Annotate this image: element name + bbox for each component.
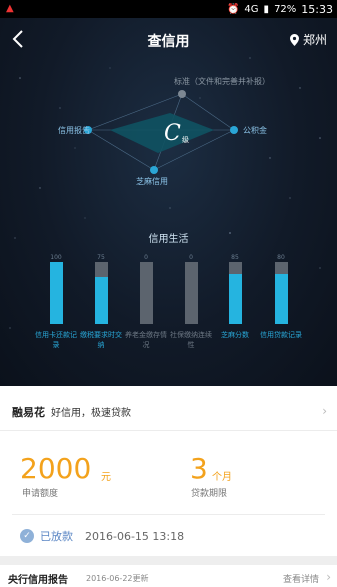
network-label: 4G [244, 4, 259, 15]
notification-icon: ▲ [6, 3, 14, 14]
bar-label: 缴税要求时交纳 [80, 331, 122, 349]
grade-letter: C [164, 121, 181, 146]
bottom-node [150, 166, 158, 174]
grade-shape [110, 113, 214, 153]
right-node [230, 126, 238, 134]
term-value: 3 [190, 452, 208, 485]
grade-suffix: 级 [182, 135, 189, 144]
clock: 15:33 [301, 3, 333, 16]
amount-value: 2000 [20, 452, 92, 485]
bar-fill [274, 274, 288, 324]
bar-track [49, 262, 63, 324]
term-label: 贷款期限 [191, 489, 228, 499]
divider [0, 430, 337, 431]
divider [12, 514, 325, 515]
chevron-right-icon: › [326, 570, 331, 584]
bar-track [274, 262, 288, 324]
credit-life-bar[interactable]: 0 社保缴纳连续性 [168, 254, 214, 350]
right-label: 公积金 [243, 126, 267, 135]
status-icons: ⏰ 4G ▮ 72% 15:33 [227, 3, 333, 16]
report-date: 2016-06-22更新 [86, 574, 149, 583]
bar-track [228, 262, 242, 324]
bar-fill [49, 262, 63, 324]
credit-life-title: 信用生活 [148, 234, 189, 245]
bar-label: 芝麻分数 [221, 331, 249, 339]
alarm-icon: ⏰ [226, 4, 240, 15]
bar-track [139, 262, 153, 324]
top-node [178, 90, 186, 98]
amount-unit: 元 [101, 472, 111, 483]
battery-label: 72% [274, 4, 297, 15]
bar-track [184, 262, 198, 324]
check-icon: ✓ [20, 529, 34, 543]
credit-life-bars: 100 信用卡还款记录 75 缴税要求时交纳 0 养老金缴存情况 0 社保缴纳连续性 85 芝麻分… [0, 254, 337, 384]
credit-life-bar[interactable]: 100 信用卡还款记录 [33, 254, 79, 350]
bar-fill [228, 274, 242, 324]
left-label: 信用报告 [58, 126, 90, 135]
view-details-link[interactable]: 查看详情 [283, 572, 319, 585]
loan-card[interactable]: 融易花 好信用，极速贷款 › 2000 元 申请额度 3 个月 贷款期限 ✓ 已放… [0, 386, 337, 556]
bar-label: 养老金缴存情况 [125, 331, 167, 349]
bar-value: 85 [231, 254, 239, 261]
bar-fill [94, 277, 108, 324]
bar-track [94, 262, 108, 324]
signal-icon: ▮ [263, 4, 270, 15]
term-unit: 个月 [212, 472, 232, 483]
bar-value: 0 [189, 254, 193, 261]
credit-life-bar[interactable]: 85 芝麻分数 [212, 254, 258, 340]
bar-label: 信用卡还款记录 [35, 331, 77, 349]
top-label: 标准（文件和完善并补报） [174, 77, 270, 86]
status-text: 已放款 [40, 530, 73, 543]
loan-status: ✓ 已放款 2016-06-15 13:18 [20, 528, 184, 544]
status-bar: ▲ ⏰ 4G ▮ 72% 15:33 [0, 0, 337, 18]
status-time: 2016-06-15 13:18 [85, 529, 185, 543]
credit-life-bar[interactable]: 80 信用贷款记录 [258, 254, 304, 340]
chevron-right-icon: › [322, 404, 327, 418]
credit-hero: 查信用 郑州 C 级 标准（文件和完善并补报） 信用报告 公积金 芝麻信用 信用… [0, 18, 337, 386]
credit-life-bar[interactable]: 75 缴税要求时交纳 [78, 254, 124, 350]
loan-card-header: 融易花 好信用，极速贷款 [12, 404, 131, 420]
bar-label: 信用贷款记录 [260, 331, 302, 339]
report-title: 央行信用报告 [8, 575, 68, 586]
bar-value: 100 [50, 254, 62, 261]
product-name: 融易花 [12, 406, 45, 419]
bar-value: 75 [97, 254, 105, 261]
credit-life-bar[interactable]: 0 养老金缴存情况 [123, 254, 169, 350]
credit-report-row[interactable]: 央行信用报告 2016-06-22更新 查看详情 › [0, 565, 337, 587]
bar-label: 社保缴纳连续性 [170, 331, 212, 349]
bottom-label: 芝麻信用 [136, 177, 168, 186]
amount-label: 申请额度 [22, 489, 59, 499]
bar-value: 0 [144, 254, 148, 261]
bar-value: 80 [277, 254, 285, 261]
credit-grade-diagram: C 级 [84, 90, 238, 174]
product-slogan: 好信用，极速贷款 [51, 408, 131, 419]
